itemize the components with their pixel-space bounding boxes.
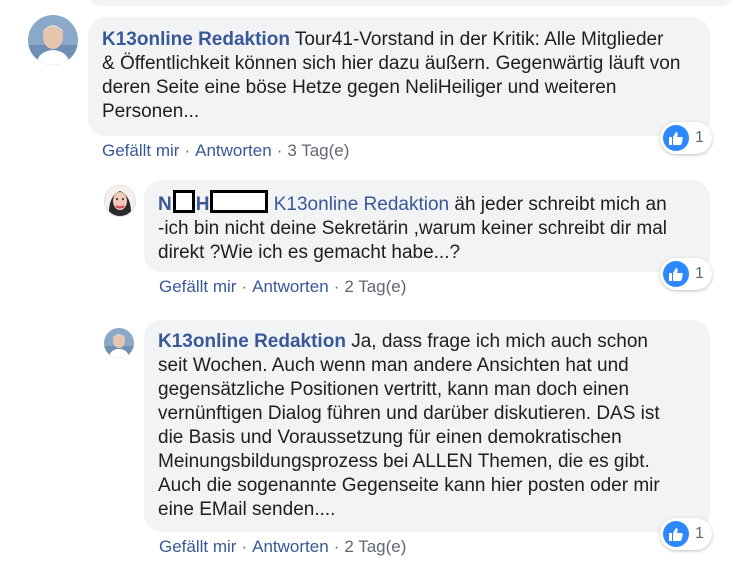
reaction-count-button[interactable]: 1 <box>660 122 712 154</box>
separator-dot: · <box>241 277 248 296</box>
comment-text-line: die Basis und Voraussetzung für einen de… <box>158 427 622 448</box>
comment-text-line: direkt ?Wie ich es gemacht habe...? <box>158 242 461 263</box>
comment-text-line: vernünftigen Dialog führen und darüber d… <box>158 403 660 424</box>
like-thumbs-up-icon <box>663 261 689 287</box>
comment-text-line: Personen... <box>102 101 200 122</box>
timestamp[interactable]: 2 Tag(e) <box>344 537 406 556</box>
comment-actions: Gefällt mir · Antworten · 3 Tag(e) <box>102 141 349 161</box>
separator-dot: · <box>184 141 191 160</box>
like-link[interactable]: Gefällt mir <box>159 277 236 296</box>
comment-text-line: seit Wochen. Auch wenn man andere Ansich… <box>158 355 629 376</box>
timestamp[interactable]: 3 Tag(e) <box>287 141 349 160</box>
reply-link[interactable]: Antworten <box>252 537 329 556</box>
timestamp[interactable]: 2 Tag(e) <box>344 277 406 296</box>
comment-text-line: Meinungsbildungsprozess bei ALLEN Themen… <box>158 451 650 472</box>
comment-bubble: NH K13online Redaktion äh jeder schreibt… <box>144 180 710 272</box>
comment-text-line: -ich bin nicht deine Sekretärin ,warum k… <box>158 218 667 239</box>
comment-actions: Gefällt mir · Antworten · 2 Tag(e) <box>159 537 406 557</box>
separator-dot: · <box>333 537 340 556</box>
reaction-count: 1 <box>695 129 704 146</box>
comment-author-link[interactable]: K13online Redaktion <box>158 331 346 352</box>
reaction-count-button[interactable]: 1 <box>660 518 712 550</box>
previous-comment-bubble <box>88 0 733 6</box>
like-thumbs-up-icon <box>663 125 689 151</box>
comment-actions: Gefällt mir · Antworten · 2 Tag(e) <box>159 277 406 297</box>
like-link[interactable]: Gefällt mir <box>102 141 179 160</box>
comment-text-line: äh jeder schreibt mich an <box>454 194 667 215</box>
comment-bubble: K13online Redaktion Tour41-Vorstand in d… <box>88 17 710 136</box>
separator-dot: · <box>241 537 248 556</box>
like-thumbs-up-icon <box>663 521 689 547</box>
comment-text: K13online Redaktion Tour41-Vorstand in d… <box>102 28 694 124</box>
comment-text-line: Ja, dass frage ich mich auch schon <box>351 331 648 352</box>
redaction-box <box>172 190 195 213</box>
separator-dot: · <box>333 277 340 296</box>
comment-author-link[interactable]: NH <box>158 190 269 215</box>
reaction-count: 1 <box>695 265 704 282</box>
reply-link[interactable]: Antworten <box>195 141 272 160</box>
comment-text-line: gegensätzliche Positionen vertritt, kann… <box>158 379 630 400</box>
reaction-count-button[interactable]: 1 <box>660 258 712 290</box>
author-initial-first: N <box>158 194 172 215</box>
comment-text: K13online Redaktion Ja, dass frage ich m… <box>158 330 696 522</box>
comment-author-link[interactable]: K13online Redaktion <box>102 29 290 50</box>
comment-text-line: Auch die sogenannte Gegenseite kann hier… <box>158 475 660 496</box>
comment-text-line: Tour41-Vorstand in der Kritik: Alle Mitg… <box>294 29 664 50</box>
redaction-box <box>210 190 269 213</box>
separator-dot: · <box>276 141 283 160</box>
comment-bubble: K13online Redaktion Ja, dass frage ich m… <box>144 320 710 532</box>
mention-link[interactable]: K13online Redaktion <box>274 194 449 215</box>
author-initial-last: H <box>195 194 210 215</box>
reply-link[interactable]: Antworten <box>252 277 329 296</box>
avatar[interactable] <box>104 185 136 217</box>
comment-text: NH K13online Redaktion äh jeder schreibt… <box>158 190 696 265</box>
avatar[interactable] <box>104 328 134 358</box>
like-link[interactable]: Gefällt mir <box>159 537 236 556</box>
avatar[interactable] <box>28 15 78 65</box>
reaction-count: 1 <box>695 525 704 542</box>
comment-text-line: & Öffentlichkeit können sich hier dazu ä… <box>102 53 681 74</box>
comment-text-line: eine EMail senden.... <box>158 499 336 520</box>
comment-text-line: deren Seite eine böse Hetze gegen NeliHe… <box>102 77 617 98</box>
